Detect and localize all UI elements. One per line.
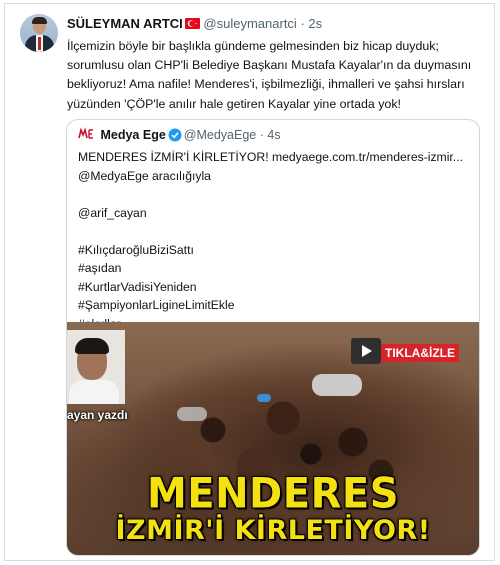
watch-badge: TIKLA&İZLE [351, 336, 475, 368]
avatar[interactable] [20, 14, 58, 52]
hashtag[interactable]: #KılıçdaroğluBiziSattı [78, 241, 473, 260]
quoted-text-line[interactable]: @MedyaEge aracılığıyla [78, 167, 473, 186]
tweet-text-line: sorumlusu olan CHP'li Belediye Başkanı M… [67, 58, 472, 73]
tweet-text: İlçemizin böyle bir başlıkla gündeme gel… [67, 37, 477, 114]
quoted-tweet-time[interactable]: 4s [267, 128, 280, 142]
hashtag[interactable]: #ŞampiyonlarLigineLimitEkle [78, 296, 473, 315]
quoted-tweet-text: MENDERES İZMİR'İ KİRLETİYOR! medyaege.co… [78, 148, 473, 333]
quoted-tweet-header: Medya Ege @MedyaEge · 4s [78, 127, 281, 146]
tweet-header: SÜLEYMAN ARTCI @suleymanartci · 2s [67, 15, 322, 32]
quoted-author-name[interactable]: Medya Ege [100, 128, 165, 142]
headline-line-2: İZMİR'İ KİRLETİYOR! [115, 515, 431, 546]
tweet-text-line: bekliyoruz! Ama nafile! Menderes'i, işbi… [67, 77, 465, 92]
plastic-bag [312, 374, 362, 396]
plastic-bag [177, 407, 207, 421]
hashtag[interactable]: #KurtlarVadisiYeniden [78, 278, 473, 297]
play-icon [351, 338, 381, 364]
quoted-mention[interactable]: @arif_cayan [78, 204, 473, 223]
medya-ege-logo-icon [78, 127, 94, 141]
hashtag[interactable]: #aşıdan [78, 259, 473, 278]
quoted-text-line[interactable]: MENDERES İZMİR'İ KİRLETİYOR! medyaege.co… [78, 148, 473, 167]
turkey-flag-icon [184, 18, 200, 29]
verified-badge-icon [168, 128, 182, 146]
reporter-inset-photo [67, 330, 125, 404]
quoted-tweet[interactable]: Medya Ege @MedyaEge · 4s MENDERES İZMİR'İ… [66, 119, 480, 556]
author-name[interactable]: SÜLEYMAN ARTCI [67, 16, 183, 31]
watch-label: TIKLA&İZLE [381, 344, 459, 362]
quoted-author-handle[interactable]: @MedyaEge [184, 128, 256, 142]
headline-overlay: MENDERES İZMİR'İ KİRLETİYOR! [67, 469, 479, 546]
tweet-text-line: İlçemizin böyle bir başlıkla gündeme gel… [67, 39, 439, 53]
separator: · [259, 128, 264, 142]
quoted-text-line [78, 222, 473, 241]
plastic-bag [257, 394, 271, 402]
quoted-text-line [78, 185, 473, 204]
headline-line-1: MENDERES [146, 469, 400, 519]
media-image[interactable]: ayan yazdı TIKLA&İZLE MENDERES İZMİR'İ K… [67, 322, 479, 555]
inset-caption: ayan yazdı [67, 408, 128, 422]
author-handle[interactable]: @suleymanartci [203, 16, 296, 31]
tweet-time[interactable]: 2s [308, 16, 322, 31]
tweet-text-line: yüzünden 'ÇÖP'le anılır hale getiren Kay… [67, 96, 401, 111]
separator: · [300, 16, 305, 31]
